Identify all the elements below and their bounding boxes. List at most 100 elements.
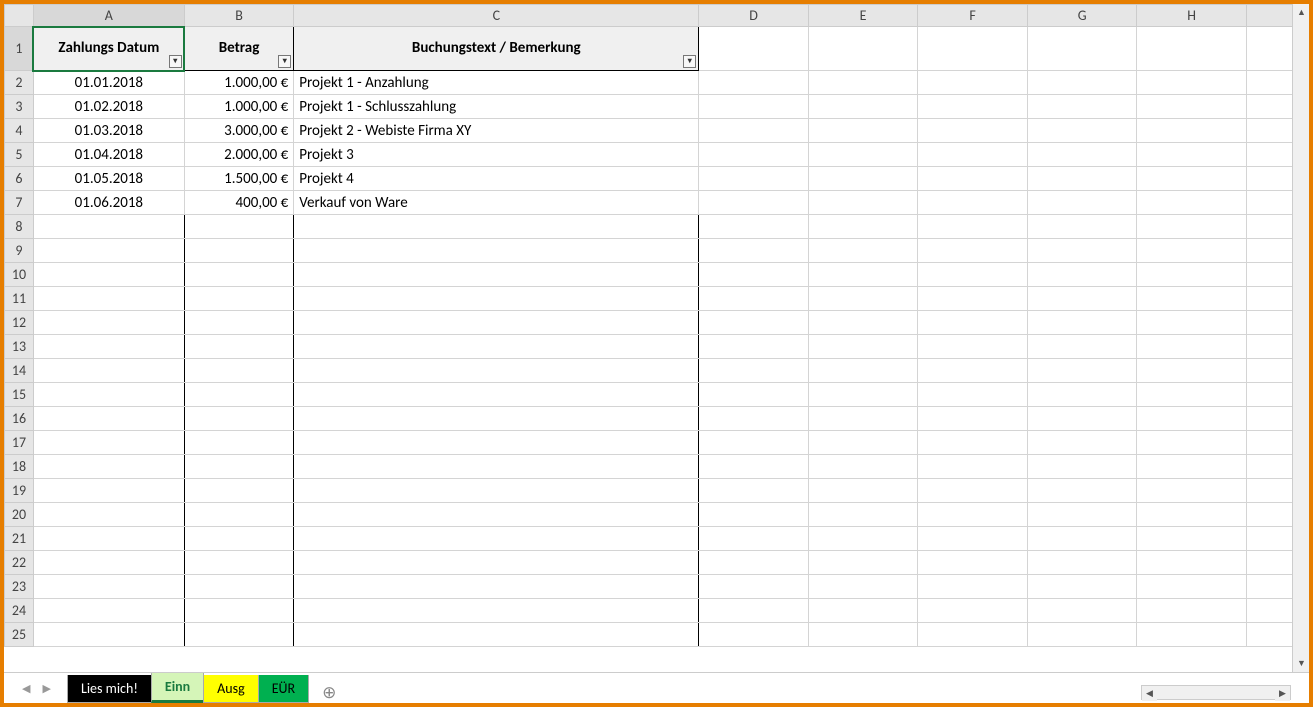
cell-B20[interactable] — [184, 503, 294, 527]
cell-B16[interactable] — [184, 407, 294, 431]
tab-eur[interactable]: EÜR — [258, 675, 309, 703]
cell-C10[interactable] — [294, 263, 699, 287]
cell-B7[interactable]: 400,00 € — [184, 191, 294, 215]
cell-A15[interactable] — [33, 383, 184, 407]
row-header-10[interactable]: 10 — [5, 263, 34, 287]
col-header-D[interactable]: D — [699, 5, 809, 27]
cell-B22[interactable] — [184, 551, 294, 575]
cell-D13[interactable] — [699, 335, 809, 359]
cell-C23[interactable] — [294, 575, 699, 599]
cell-F3[interactable] — [918, 95, 1028, 119]
cell-H15[interactable] — [1137, 383, 1247, 407]
cell-E25[interactable] — [808, 623, 918, 647]
row-header-18[interactable]: 18 — [5, 455, 34, 479]
cell-H1[interactable] — [1137, 27, 1247, 71]
cell-F18[interactable] — [918, 455, 1028, 479]
cell-C22[interactable] — [294, 551, 699, 575]
cell-C6[interactable]: Projekt 4 — [294, 167, 699, 191]
cell-B24[interactable] — [184, 599, 294, 623]
cell-E21[interactable] — [808, 527, 918, 551]
cell-D24[interactable] — [699, 599, 809, 623]
cell-G22[interactable] — [1027, 551, 1137, 575]
cell-G1[interactable] — [1027, 27, 1137, 71]
row-header-23[interactable]: 23 — [5, 575, 34, 599]
row-header-2[interactable]: 2 — [5, 71, 34, 95]
cell-B1-header-amount[interactable]: Betrag ▾ — [184, 27, 294, 71]
cell-D7[interactable] — [699, 191, 809, 215]
cell-B14[interactable] — [184, 359, 294, 383]
cell-G18[interactable] — [1027, 455, 1137, 479]
nav-prev-icon[interactable]: ◀ — [22, 682, 30, 695]
cell-B10[interactable] — [184, 263, 294, 287]
tab-ausg[interactable]: Ausg — [203, 675, 259, 703]
cell-A20[interactable] — [33, 503, 184, 527]
cell-D20[interactable] — [699, 503, 809, 527]
cell-C11[interactable] — [294, 287, 699, 311]
add-sheet-button[interactable]: ⊕ — [308, 682, 350, 703]
cell-C2[interactable]: Projekt 1 - Anzahlung — [294, 71, 699, 95]
cell-H24[interactable] — [1137, 599, 1247, 623]
cell-G5[interactable] — [1027, 143, 1137, 167]
cell-D12[interactable] — [699, 311, 809, 335]
cell-E3[interactable] — [808, 95, 918, 119]
cell-H22[interactable] — [1137, 551, 1247, 575]
cell-D6[interactable] — [699, 167, 809, 191]
cell-A17[interactable] — [33, 431, 184, 455]
col-header-E[interactable]: E — [808, 5, 918, 27]
cell-D5[interactable] — [699, 143, 809, 167]
cell-G8[interactable] — [1027, 215, 1137, 239]
cell-A16[interactable] — [33, 407, 184, 431]
cell-H13[interactable] — [1137, 335, 1247, 359]
cell-D15[interactable] — [699, 383, 809, 407]
cell-H23[interactable] — [1137, 575, 1247, 599]
row-header-6[interactable]: 6 — [5, 167, 34, 191]
cell-A1-header-date[interactable]: Zahlungs Datum ▾ — [33, 27, 184, 71]
row-header-14[interactable]: 14 — [5, 359, 34, 383]
cell-E13[interactable] — [808, 335, 918, 359]
cell-C7[interactable]: Verkauf von Ware — [294, 191, 699, 215]
cell-B13[interactable] — [184, 335, 294, 359]
cell-E6[interactable] — [808, 167, 918, 191]
cell-F2[interactable] — [918, 71, 1028, 95]
row-header-9[interactable]: 9 — [5, 239, 34, 263]
cell-D1[interactable] — [699, 27, 809, 71]
cell-F6[interactable] — [918, 167, 1028, 191]
row-header-7[interactable]: 7 — [5, 191, 34, 215]
cell-H4[interactable] — [1137, 119, 1247, 143]
cell-C14[interactable] — [294, 359, 699, 383]
cell-E9[interactable] — [808, 239, 918, 263]
cell-F4[interactable] — [918, 119, 1028, 143]
scroll-left-icon[interactable]: ◀ — [1142, 686, 1157, 701]
cell-D9[interactable] — [699, 239, 809, 263]
cell-E2[interactable] — [808, 71, 918, 95]
cell-A22[interactable] — [33, 551, 184, 575]
cell-G3[interactable] — [1027, 95, 1137, 119]
cell-G13[interactable] — [1027, 335, 1137, 359]
filter-dropdown-icon[interactable]: ▾ — [278, 55, 291, 68]
cell-G6[interactable] — [1027, 167, 1137, 191]
cell-G4[interactable] — [1027, 119, 1137, 143]
cell-G15[interactable] — [1027, 383, 1137, 407]
cell-H7[interactable] — [1137, 191, 1247, 215]
cell-F13[interactable] — [918, 335, 1028, 359]
col-header-H[interactable]: H — [1137, 5, 1247, 27]
cell-C13[interactable] — [294, 335, 699, 359]
cell-D11[interactable] — [699, 287, 809, 311]
row-header-12[interactable]: 12 — [5, 311, 34, 335]
cell-H25[interactable] — [1137, 623, 1247, 647]
cell-B18[interactable] — [184, 455, 294, 479]
row-header-19[interactable]: 19 — [5, 479, 34, 503]
cell-D21[interactable] — [699, 527, 809, 551]
col-header-B[interactable]: B — [184, 5, 294, 27]
cell-H10[interactable] — [1137, 263, 1247, 287]
col-header-C[interactable]: C — [294, 5, 699, 27]
select-all-corner[interactable] — [5, 5, 34, 27]
cell-G11[interactable] — [1027, 287, 1137, 311]
tab-einn[interactable]: Einn — [151, 673, 204, 703]
cell-E17[interactable] — [808, 431, 918, 455]
cell-C1-header-text[interactable]: Buchungstext / Bemerkung ▾ — [294, 27, 699, 71]
cell-C9[interactable] — [294, 239, 699, 263]
cell-H9[interactable] — [1137, 239, 1247, 263]
row-header-20[interactable]: 20 — [5, 503, 34, 527]
cell-D25[interactable] — [699, 623, 809, 647]
